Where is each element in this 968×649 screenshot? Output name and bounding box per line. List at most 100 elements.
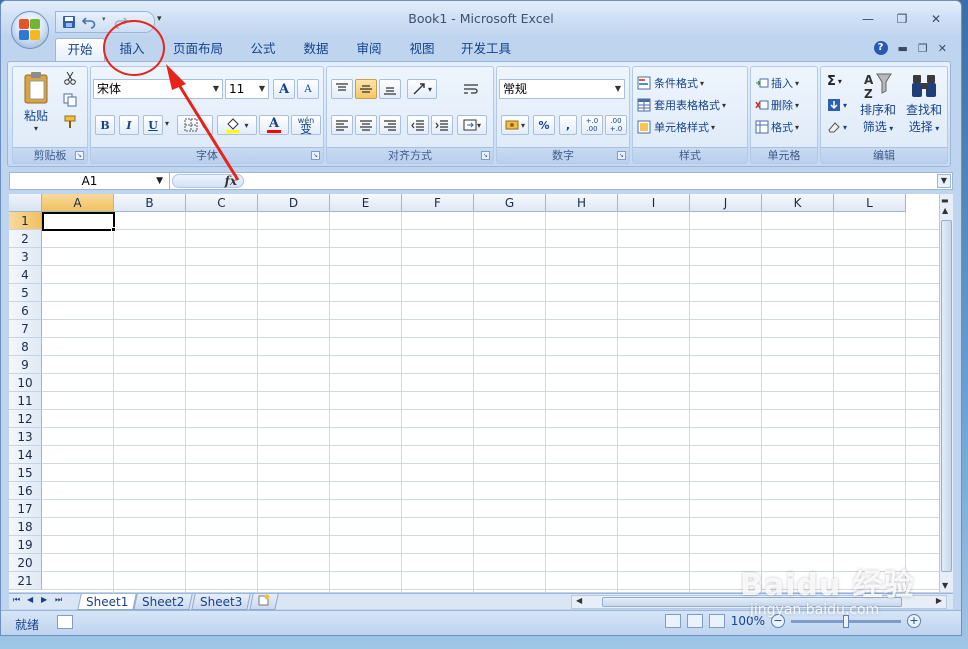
vertical-scrollbar[interactable]: ▬ ▲ ▼ [939, 194, 953, 592]
format-painter-icon[interactable] [63, 115, 77, 129]
page-break-view-icon[interactable] [708, 614, 725, 628]
workbook-minimize-button[interactable]: ▬ [898, 42, 908, 55]
formula-input[interactable] [250, 173, 934, 189]
row-header-14[interactable]: 14 [9, 446, 42, 464]
office-button[interactable] [11, 11, 49, 49]
number-launcher-icon[interactable]: ↘ [617, 151, 626, 160]
table-format-button[interactable]: 套用表格格式 ▾ [637, 95, 747, 115]
tab-view[interactable]: 视图 [399, 38, 445, 61]
column-header-i[interactable]: I [618, 194, 690, 212]
column-header-c[interactable]: C [186, 194, 258, 212]
first-sheet-icon[interactable]: ⏮ [13, 595, 20, 605]
sheet-tab-sheet2[interactable]: Sheet2 [133, 594, 194, 610]
workbook-close-button[interactable]: ✕ [938, 42, 947, 55]
prev-sheet-icon[interactable]: ◀ [27, 595, 33, 604]
tab-page-layout[interactable]: 页面布局 [165, 38, 231, 61]
align-left-button[interactable] [331, 115, 353, 135]
scroll-left-icon[interactable]: ◀ [576, 596, 582, 605]
chevron-down-icon[interactable]: ▾ [165, 119, 169, 128]
scroll-right-icon[interactable]: ▶ [936, 596, 942, 605]
insert-cells-button[interactable]: 插入 ▾ [755, 73, 817, 93]
row-header-5[interactable]: 5 [9, 284, 42, 302]
copy-icon[interactable] [63, 93, 77, 107]
merge-center-button[interactable]: ▾ [457, 115, 487, 135]
column-header-f[interactable]: F [402, 194, 474, 212]
comma-button[interactable]: , [559, 115, 577, 135]
cut-icon[interactable] [63, 71, 77, 85]
column-header-a[interactable]: A [42, 194, 114, 212]
row-header-12[interactable]: 12 [9, 410, 42, 428]
number-format-combo[interactable]: 常规 ▼ [499, 79, 625, 99]
row-header-1[interactable]: 1 [9, 212, 42, 230]
align-right-button[interactable] [379, 115, 401, 135]
split-box-icon[interactable]: ▬ [941, 196, 949, 205]
scroll-down-icon[interactable]: ▼ [942, 581, 948, 590]
column-header-b[interactable]: B [114, 194, 186, 212]
font-launcher-icon[interactable]: ↘ [311, 151, 320, 160]
align-bottom-button[interactable] [379, 79, 401, 99]
row-header-2[interactable]: 2 [9, 230, 42, 248]
row-header-20[interactable]: 20 [9, 554, 42, 572]
tab-home[interactable]: 开始 [55, 38, 105, 61]
sheet-tab-sheet1[interactable]: Sheet1 [77, 594, 138, 610]
orientation-button[interactable]: ▾ [407, 79, 437, 99]
clipboard-launcher-icon[interactable]: ↘ [75, 151, 84, 160]
conditional-format-button[interactable]: 条件格式 ▾ [637, 73, 745, 93]
fill-button[interactable]: ▾ [827, 95, 853, 115]
row-header-19[interactable]: 19 [9, 536, 42, 554]
row-header-11[interactable]: 11 [9, 392, 42, 410]
delete-cells-button[interactable]: 删除 ▾ [755, 95, 817, 115]
paste-button[interactable]: 粘贴 ▾ [19, 71, 53, 141]
expand-formula-bar-icon[interactable]: ▼ [937, 174, 951, 188]
tab-developer[interactable]: 开发工具 [453, 38, 519, 61]
workbook-restore-button[interactable]: ❐ [918, 42, 928, 55]
help-icon[interactable]: ? [873, 41, 888, 55]
grow-font-button[interactable]: A [273, 79, 295, 99]
tab-data[interactable]: 数据 [293, 38, 339, 61]
font-name-combo[interactable]: 宋体 ▼ [93, 79, 223, 99]
row-header-15[interactable]: 15 [9, 464, 42, 482]
row-header-13[interactable]: 13 [9, 428, 42, 446]
clear-button[interactable]: ▾ [827, 117, 853, 137]
row-header-16[interactable]: 16 [9, 482, 42, 500]
autosum-button[interactable]: Σ ▾ [827, 71, 853, 91]
alignment-launcher-icon[interactable]: ↘ [481, 151, 490, 160]
zoom-slider[interactable] [791, 614, 901, 628]
row-header-10[interactable]: 10 [9, 374, 42, 392]
restore-button[interactable]: ❐ [885, 9, 919, 29]
decrease-decimal-button[interactable]: .00 +.0 [605, 115, 627, 135]
borders-button[interactable]: ▾ [177, 115, 213, 135]
shrink-font-button[interactable]: A [297, 79, 319, 99]
select-all-corner[interactable] [9, 194, 42, 212]
page-layout-view-icon[interactable] [686, 614, 703, 628]
accounting-format-button[interactable]: ▾ [501, 115, 529, 135]
name-box[interactable]: A1 ▼ [10, 173, 170, 189]
bold-button[interactable]: B [95, 115, 115, 135]
column-header-g[interactable]: G [474, 194, 546, 212]
column-header-d[interactable]: D [258, 194, 330, 212]
column-header-e[interactable]: E [330, 194, 402, 212]
increase-decimal-button[interactable]: +.0 .00 [581, 115, 603, 135]
row-header-9[interactable]: 9 [9, 356, 42, 374]
vertical-scroll-thumb[interactable] [941, 220, 952, 572]
macro-record-icon[interactable] [57, 615, 73, 629]
minimize-button[interactable]: — [851, 9, 885, 29]
percent-button[interactable]: % [533, 115, 555, 135]
row-header-7[interactable]: 7 [9, 320, 42, 338]
insert-sheet-button[interactable] [249, 594, 279, 610]
font-size-combo[interactable]: 11 ▼ [225, 79, 269, 99]
increase-indent-button[interactable] [431, 115, 453, 135]
column-header-k[interactable]: K [762, 194, 834, 212]
fill-color-button[interactable]: ▾ [217, 115, 257, 135]
worksheet-grid[interactable]: ABCDEFGHIJKL 1 2 3 4 5 6 7 8 9 10 11 12 13 14 15 16 17 18… [9, 194, 939, 592]
row-header-18[interactable]: 18 [9, 518, 42, 536]
row-header-17[interactable]: 17 [9, 500, 42, 518]
chevron-down-icon[interactable]: ▼ [156, 173, 163, 189]
column-header-h[interactable]: H [546, 194, 618, 212]
cell-styles-button[interactable]: 单元格样式 ▾ [637, 117, 745, 137]
align-top-button[interactable] [331, 79, 353, 99]
align-center-button[interactable] [355, 115, 377, 135]
phonetic-button[interactable]: wén 变 [291, 115, 321, 135]
font-color-button[interactable]: A [259, 115, 289, 135]
row-header-8[interactable]: 8 [9, 338, 42, 356]
